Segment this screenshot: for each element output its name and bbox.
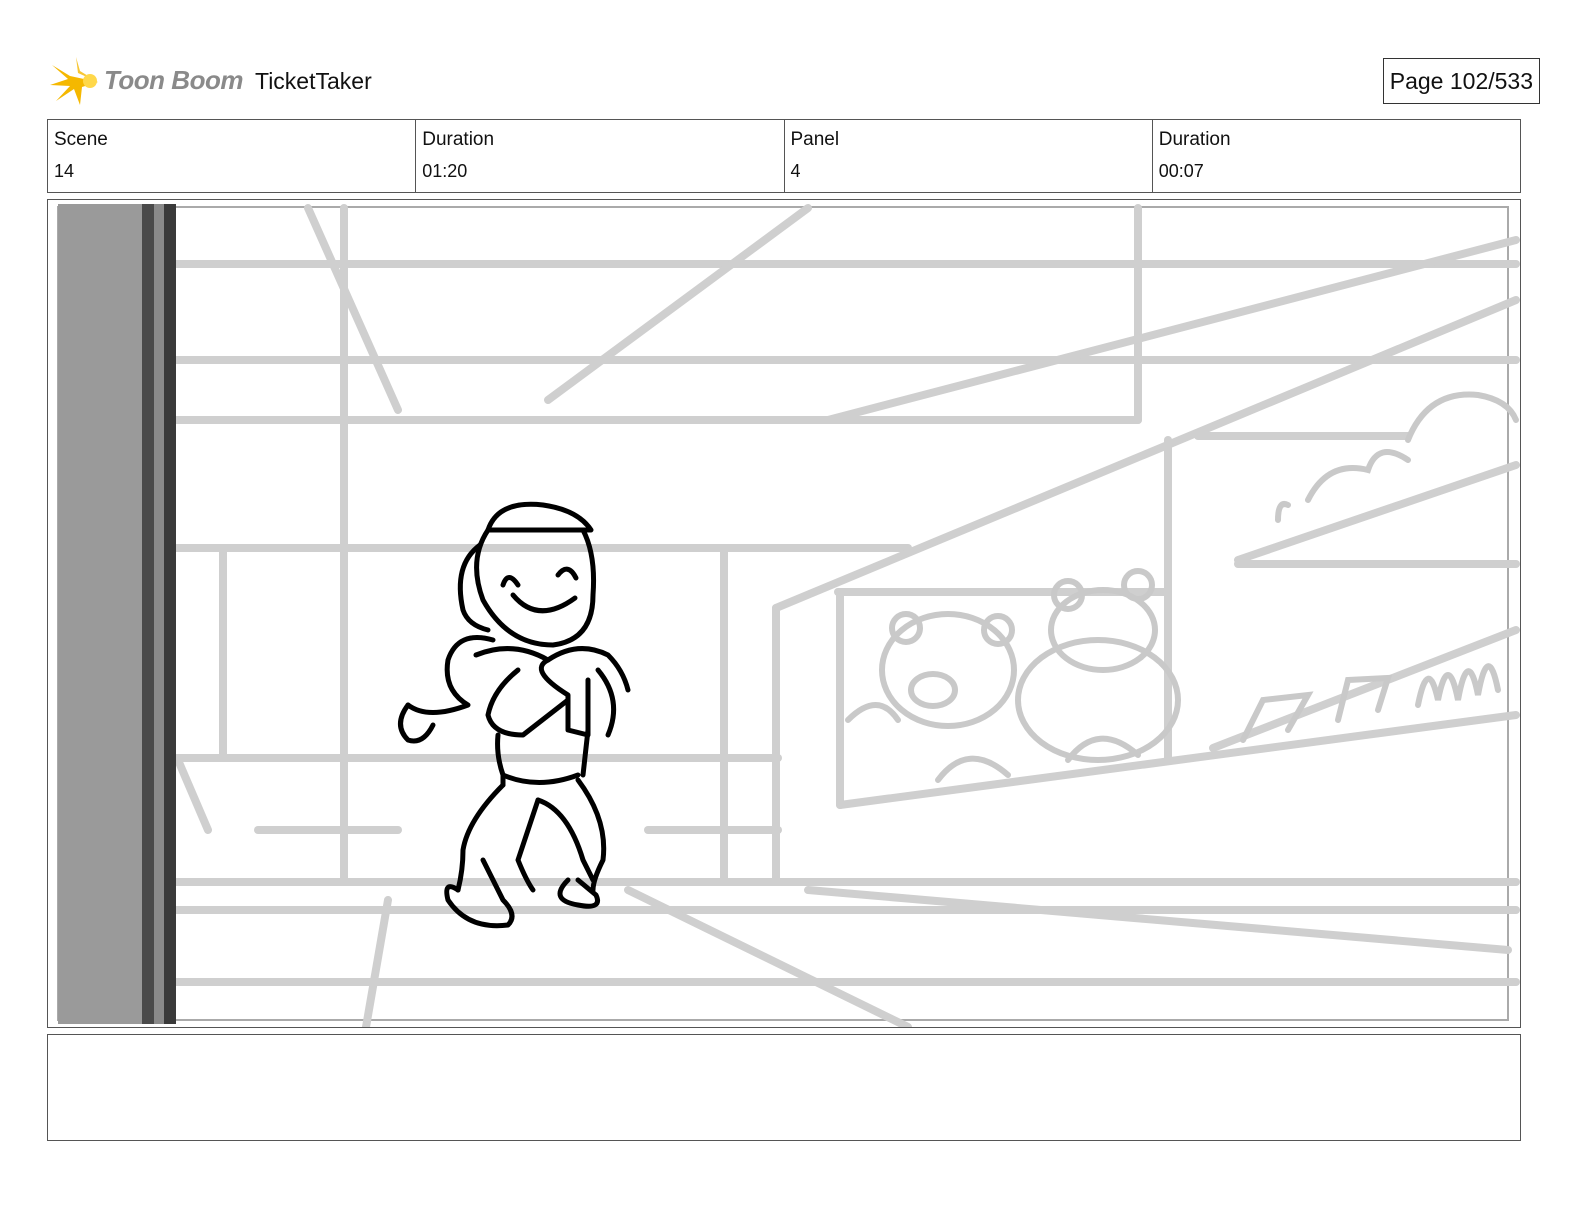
panel-notes-box bbox=[47, 1034, 1521, 1141]
toon-boom-logo: Toon Boom bbox=[50, 55, 250, 110]
panel-label: Panel bbox=[790, 129, 840, 150]
scene-label: Scene bbox=[54, 129, 108, 150]
scene-value: 14 bbox=[54, 161, 75, 181]
scene-duration-cell: Duration 01:20 bbox=[416, 120, 785, 192]
panel-cell: Panel 4 bbox=[785, 120, 1153, 192]
scene-cell: Scene 14 bbox=[48, 120, 417, 192]
panel-duration-value: 00:07 bbox=[1158, 161, 1204, 181]
scene-duration-label: Duration bbox=[422, 129, 495, 150]
panel-value: 4 bbox=[790, 161, 801, 181]
project-title: TicketTaker bbox=[255, 68, 372, 94]
foreground-pillar bbox=[58, 204, 142, 1024]
panel-duration-label: Duration bbox=[1158, 129, 1231, 150]
panel-duration-cell: Duration 00:07 bbox=[1153, 120, 1520, 192]
store-background-sketch bbox=[169, 204, 1520, 1027]
logo-text: Toon Boom bbox=[104, 65, 243, 95]
page-number: Page 102/533 bbox=[1382, 58, 1540, 104]
starburst-icon bbox=[50, 57, 98, 105]
panel-info-table: Scene 14 Duration 01:20 Panel 4 Duration… bbox=[47, 119, 1521, 193]
character-sketch bbox=[398, 501, 631, 929]
storyboard-panel bbox=[47, 199, 1521, 1028]
page-header: Toon Boom TicketTaker Page 102/533 bbox=[50, 55, 1540, 110]
scene-duration-value: 01:20 bbox=[422, 161, 468, 181]
teddy-bears-sketch bbox=[845, 391, 1519, 783]
panel-sketch bbox=[57, 204, 1520, 1027]
